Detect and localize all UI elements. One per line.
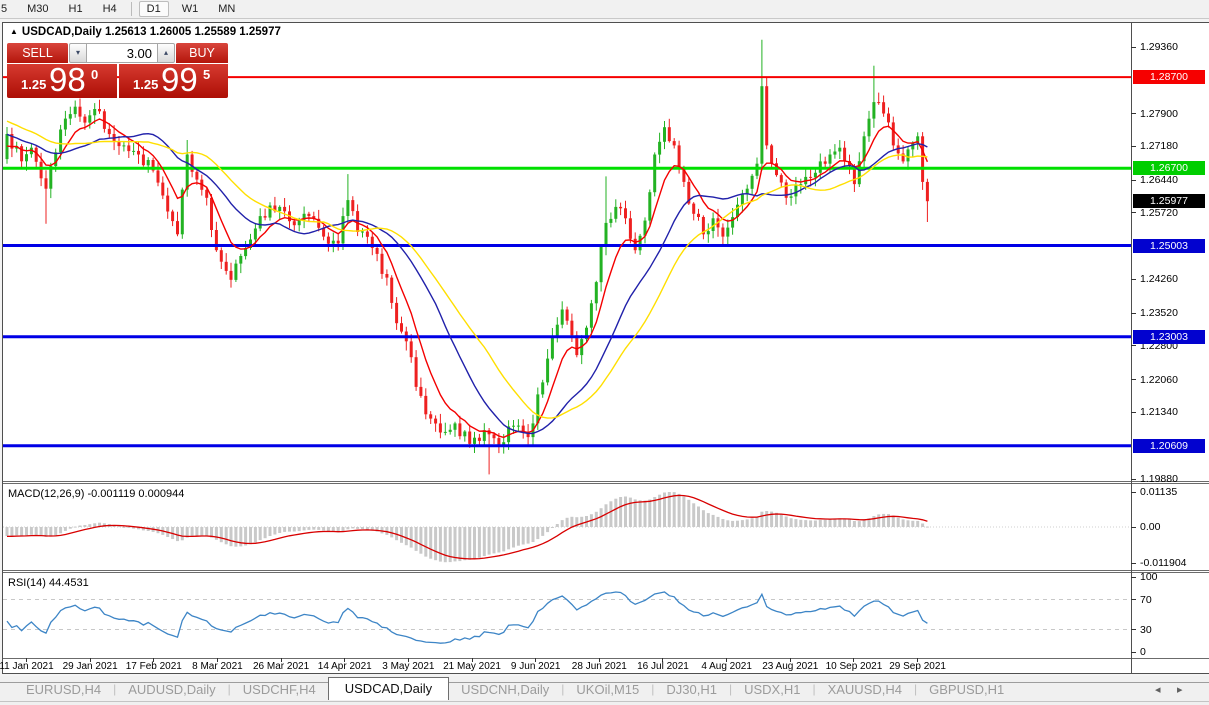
toolbar: 5 M30 H1 H4 D1 W1 MN	[0, 0, 1209, 19]
pane-separator	[3, 572, 1209, 573]
pane-separator[interactable]	[3, 481, 1209, 482]
collapse-panel-icon[interactable]: ▲	[10, 27, 18, 36]
toolbar-period-h4[interactable]: H4	[96, 2, 124, 16]
price-tick-label: 30	[1140, 623, 1152, 636]
volume-input[interactable]	[87, 43, 157, 63]
price-tick-label: 1.21340	[1140, 406, 1178, 419]
price-tick-mark	[1131, 599, 1136, 600]
toolbar-period-h1[interactable]: H1	[62, 2, 90, 16]
price-tick-mark	[1131, 527, 1136, 528]
price-tick-label: 1.29360	[1140, 41, 1178, 53]
tabs-scroll-right-icon[interactable]: ▸	[1177, 683, 1183, 696]
candles-series	[5, 39, 929, 475]
sell-price-big: 98	[49, 61, 86, 98]
tab-item-eurusd-h4[interactable]: EURUSD,H4	[14, 679, 113, 699]
price-tick-label: 1.23520	[1140, 307, 1178, 320]
macd-indicator-label: MACD(12,26,9) -0.001119 0.000944	[8, 488, 185, 500]
price-tick-mark	[1131, 563, 1136, 564]
tab-item-usdcnh-daily[interactable]: USDCNH,Daily	[449, 679, 561, 699]
price-axis-border	[1131, 23, 1132, 673]
sell-button[interactable]: SELL	[7, 43, 68, 63]
price-tick-label: 1.22060	[1140, 373, 1178, 386]
rsi-indicator-label: RSI(14) 44.4531	[8, 577, 89, 589]
price-tick-label: 0	[1140, 646, 1146, 658]
buy-price-sup: 5	[203, 67, 211, 82]
buy-price-button[interactable]: 1.25 99 5	[119, 61, 228, 98]
price-tick-mark	[1131, 412, 1136, 413]
tab-item-audusd-daily[interactable]: AUDUSD,Daily	[116, 679, 227, 699]
sell-price-sup: 0	[91, 67, 99, 82]
price-tick-label: 1.25720	[1140, 206, 1178, 219]
buy-price-prefix: 1.25	[133, 77, 159, 92]
date-tick-label: 29 Sep 2021	[889, 661, 946, 672]
tab-item-usdx-h1[interactable]: USDX,H1	[732, 679, 812, 699]
level-price-label: 1.25003	[1133, 238, 1205, 253]
volume-decrease-button[interactable]: ▾	[69, 43, 87, 63]
price-tick-mark	[1131, 479, 1136, 480]
price-tick-label: 0.01135	[1140, 486, 1178, 499]
rsi-pane-surface[interactable]	[3, 573, 1131, 658]
buy-button[interactable]: BUY	[176, 43, 228, 63]
toolbar-period-mn[interactable]: MN	[211, 2, 242, 16]
symbol-tab-bar: EURUSD,H4 | AUDUSD,Daily | USDCHF,H4 USDCAD,D…	[0, 676, 1209, 705]
chart-title-text: USDCAD,Daily 1.25613 1.26005 1.25589 1.2…	[21, 26, 281, 38]
price-tick-mark	[1131, 146, 1136, 147]
toolbar-period-d1[interactable]: D1	[138, 1, 169, 17]
price-tick-mark	[1131, 629, 1136, 630]
chart-title: ▲ USDCAD,Daily 1.25613 1.26005 1.25589 1.…	[10, 26, 281, 38]
toolbar-period-w1[interactable]: W1	[175, 2, 206, 16]
mt4-application: 5 M30 H1 H4 D1 W1 MN ▲ USDCAD,Daily 1.25613 1.2…	[0, 0, 1209, 705]
one-click-trade-panel: SELL ▾ ▴ BUY 1.25 98 0 1.25 99 5	[7, 43, 228, 98]
price-tick-mark	[1131, 652, 1136, 653]
tab-item-xauusd-h4[interactable]: XAUUSD,H4	[816, 679, 914, 699]
price-tick-label: 1.27900	[1140, 107, 1178, 120]
price-tick-label: 100	[1140, 571, 1158, 583]
symbol-tabs: EURUSD,H4 | AUDUSD,Daily | USDCHF,H4 USDCAD,D…	[14, 676, 1016, 702]
toolbar-separator	[130, 2, 132, 16]
price-tick-label: 0.00	[1140, 521, 1161, 533]
price-tick-mark	[1131, 577, 1136, 578]
current-price-label: 1.25977	[1133, 194, 1205, 209]
level-price-label: 1.20609	[1133, 438, 1205, 453]
tab-item-usdchf-h4[interactable]: USDCHF,H4	[231, 679, 328, 699]
slow-ma-line	[6, 120, 928, 419]
price-tick-label: 1.27180	[1140, 140, 1178, 153]
level-price-label: 1.23003	[1133, 329, 1205, 344]
price-tick-mark	[1131, 313, 1136, 314]
price-tick-mark	[1131, 492, 1136, 493]
price-tick-mark	[1131, 47, 1136, 48]
price-tick-mark	[1131, 212, 1136, 213]
level-price-label: 1.26700	[1133, 161, 1205, 176]
tab-item-gbpusd-h1[interactable]: GBPUSD,H1	[917, 679, 1016, 699]
price-tick-label: -0.011904	[1140, 557, 1187, 570]
price-tick-label: 70	[1140, 593, 1152, 606]
pane-separator	[3, 483, 1209, 484]
macd-histogram	[5, 492, 929, 563]
price-tick-mark	[1131, 379, 1136, 380]
tab-item-ukoil-m15[interactable]: UKOil,M15	[564, 679, 651, 699]
price-tick-mark	[1131, 180, 1136, 181]
pane-separator[interactable]	[3, 570, 1209, 571]
price-tick-label: 1.19880	[1140, 473, 1178, 485]
tabs-scroll-left-icon[interactable]: ◂	[1155, 683, 1161, 696]
price-tick-mark	[1131, 279, 1136, 280]
toolbar-period-5[interactable]: 5	[0, 2, 14, 16]
tab-item-dj30-h1[interactable]: DJ30,H1	[654, 679, 729, 699]
toolbar-period-m30[interactable]: M30	[20, 2, 55, 16]
level-price-label: 1.28700	[1133, 70, 1205, 85]
price-tick-label: 1.26440	[1140, 174, 1178, 187]
buy-price-big: 99	[161, 61, 198, 98]
sell-price-button[interactable]: 1.25 98 0	[7, 61, 117, 98]
sell-price-prefix: 1.25	[21, 77, 47, 92]
date-axis-border	[3, 658, 1209, 659]
price-tick-label: 1.24260	[1140, 273, 1178, 286]
tab-item-usdcad-daily[interactable]: USDCAD,Daily	[327, 677, 450, 700]
price-tick-mark	[1131, 113, 1136, 114]
price-tick-mark	[1131, 345, 1136, 346]
volume-increase-button[interactable]: ▴	[157, 43, 175, 63]
